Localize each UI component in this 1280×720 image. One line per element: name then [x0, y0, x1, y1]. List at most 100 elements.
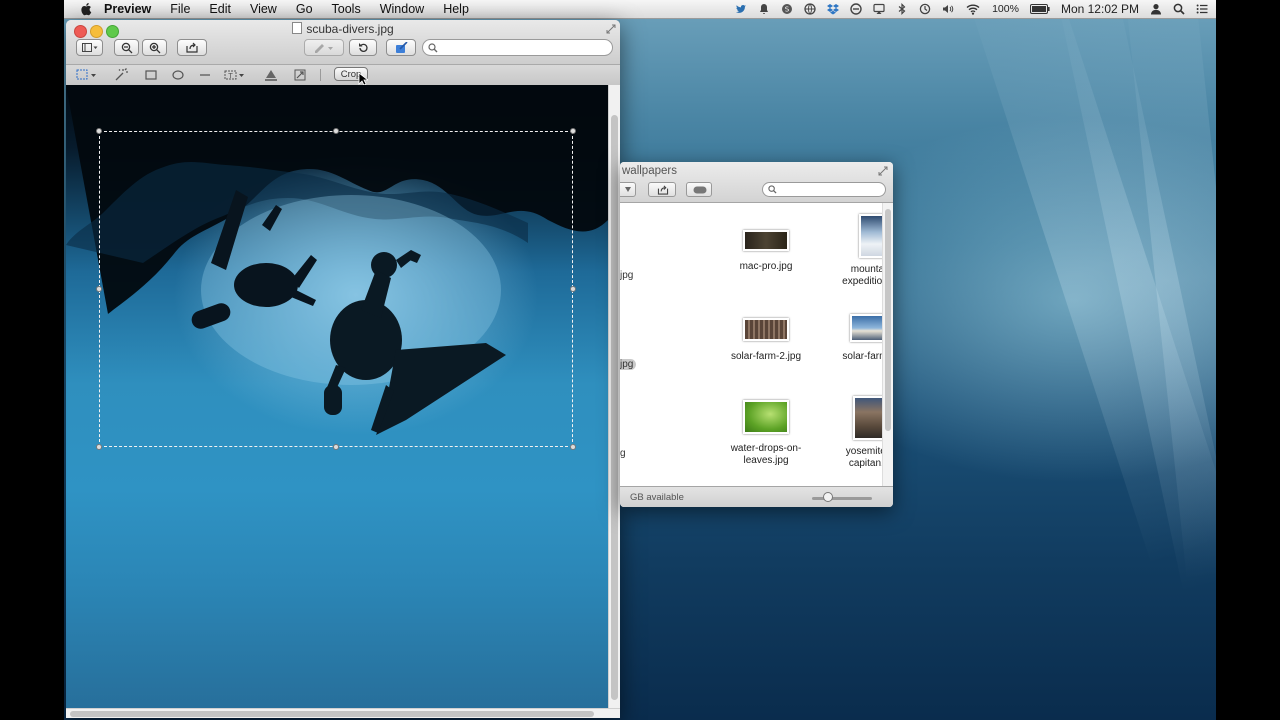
share-icon [657, 185, 669, 195]
file-item-solar-farm-2[interactable]: solar-farm-2.jpg [716, 314, 816, 363]
selection-handle-bottom-left[interactable] [96, 444, 102, 450]
image-canvas[interactable] [66, 85, 608, 708]
file-thumbnail [743, 400, 789, 434]
toolbox-icon [395, 41, 408, 53]
airplay-icon[interactable] [873, 3, 885, 15]
preview-window: scuba-divers.jpg T Crop [66, 20, 620, 718]
menu-help[interactable]: Help [443, 2, 469, 16]
view-menu-button[interactable] [76, 39, 103, 56]
vertical-scrollbar[interactable] [608, 85, 620, 708]
selection-handle-bottom-right[interactable] [570, 444, 576, 450]
annotate-button[interactable] [304, 39, 344, 56]
text-box-icon[interactable]: T [223, 68, 249, 82]
fullscreen-icon[interactable] [606, 24, 616, 34]
svg-text:S: S [785, 6, 790, 14]
selection-handle-top[interactable] [333, 128, 339, 134]
icon-size-slider[interactable] [812, 497, 872, 500]
notification-center-icon[interactable] [1196, 3, 1208, 15]
adjust-size-icon[interactable] [293, 68, 307, 82]
rectangular-selection-icon[interactable] [76, 68, 100, 82]
dropbox-icon[interactable] [827, 3, 840, 15]
menu-go[interactable]: Go [296, 2, 313, 16]
preview-titlebar[interactable]: scuba-divers.jpg [66, 20, 620, 64]
adjust-color-icon[interactable] [264, 68, 278, 82]
window-title: scuba-divers.jpg [66, 22, 620, 36]
search-icon [428, 43, 438, 53]
apple-menu-icon[interactable] [80, 2, 94, 16]
sidebar-view-icon [81, 42, 97, 52]
desktop: Preview File Edit View Go Tools Window H… [64, 0, 1216, 720]
instant-alpha-icon[interactable] [114, 68, 128, 82]
share-icon [186, 42, 198, 53]
partial-file-label[interactable]: jpg [620, 270, 633, 281]
icon-size-slider-knob[interactable] [823, 492, 833, 502]
file-name: water-drops-on- leaves.jpg [730, 443, 802, 466]
file-item-water-drops-on-leaves[interactable]: water-drops-on- leaves.jpg [716, 400, 816, 467]
share-button[interactable] [648, 182, 676, 197]
selection-handle-top-left[interactable] [96, 128, 102, 134]
selection-handle-right[interactable] [570, 286, 576, 292]
document-icon [292, 22, 303, 34]
horizontal-scroll-thumb[interactable] [70, 711, 594, 717]
tag-button[interactable] [686, 182, 712, 197]
file-item-mac-pro[interactable]: mac-pro.jpg [716, 224, 816, 273]
search-field[interactable] [422, 39, 613, 56]
show-markup-toolbar-button[interactable] [386, 39, 416, 56]
volume-icon[interactable] [942, 3, 954, 15]
finder-status-bar: GB available [620, 486, 893, 507]
skype-icon[interactable]: S [781, 3, 793, 15]
tag-icon [693, 186, 707, 194]
twitter-icon[interactable] [735, 3, 747, 15]
pen-icon [315, 43, 333, 53]
letterbox-right [1216, 0, 1280, 720]
horizontal-scrollbar[interactable] [66, 708, 620, 718]
vertical-scroll-thumb[interactable] [611, 115, 618, 700]
finder-icon-grid: jpg jpg g mac-pro.jpg mountain- expediti… [620, 203, 893, 486]
bluetooth-icon[interactable] [896, 3, 908, 15]
fullscreen-icon[interactable] [878, 166, 888, 176]
file-thumbnail [743, 230, 789, 251]
zoom-out-icon [121, 42, 132, 53]
toolbar-divider [320, 69, 321, 81]
do-not-disturb-icon[interactable] [850, 3, 862, 15]
menu-file[interactable]: File [170, 2, 190, 16]
menu-window[interactable]: Window [380, 2, 424, 16]
menu-view[interactable]: View [250, 2, 277, 16]
finder-search-field[interactable] [762, 182, 886, 197]
menu-tools[interactable]: Tools [332, 2, 361, 16]
window-title-text: scuba-divers.jpg [306, 22, 394, 36]
line-shape-icon[interactable] [198, 68, 212, 82]
zoom-out-button[interactable] [114, 39, 139, 56]
rectangle-shape-icon[interactable] [144, 68, 158, 82]
finder-scroll-thumb[interactable] [885, 209, 891, 431]
oval-shape-icon[interactable] [171, 68, 185, 82]
share-button[interactable] [177, 39, 207, 56]
zoom-in-button[interactable] [142, 39, 167, 56]
selection-handle-top-right[interactable] [570, 128, 576, 134]
battery-icon[interactable] [1029, 4, 1050, 14]
zoom-in-icon [149, 42, 160, 53]
menu-app-name[interactable]: Preview [104, 2, 151, 16]
rotate-button[interactable] [349, 39, 377, 56]
view-options-button[interactable] [620, 182, 636, 197]
wifi-icon[interactable] [965, 3, 981, 15]
finder-vertical-scrollbar[interactable] [882, 203, 893, 486]
selection-handle-bottom[interactable] [333, 444, 339, 450]
file-name: mac-pro.jpg [739, 261, 793, 272]
partial-file-label-selected[interactable]: jpg [620, 359, 637, 370]
crop-selection[interactable] [99, 131, 573, 447]
notification-bell-icon[interactable] [758, 3, 770, 15]
partial-file-label[interactable]: g [620, 448, 626, 459]
menu-clock[interactable]: Mon 12:02 PM [1061, 2, 1139, 16]
selection-handle-left[interactable] [96, 286, 102, 292]
menu-extras: S 100% Mon 12:02 PM [735, 0, 1208, 18]
time-machine-icon[interactable] [919, 3, 931, 15]
globe-icon[interactable] [804, 3, 816, 15]
markup-toolbar: T Crop [66, 64, 620, 86]
menu-edit[interactable]: Edit [209, 2, 231, 16]
chevron-down-icon [625, 187, 631, 192]
spotlight-search-icon[interactable] [1173, 3, 1185, 15]
finder-titlebar[interactable]: wallpapers [620, 162, 893, 203]
user-icon[interactable] [1150, 3, 1162, 15]
rotate-left-icon [358, 43, 368, 52]
